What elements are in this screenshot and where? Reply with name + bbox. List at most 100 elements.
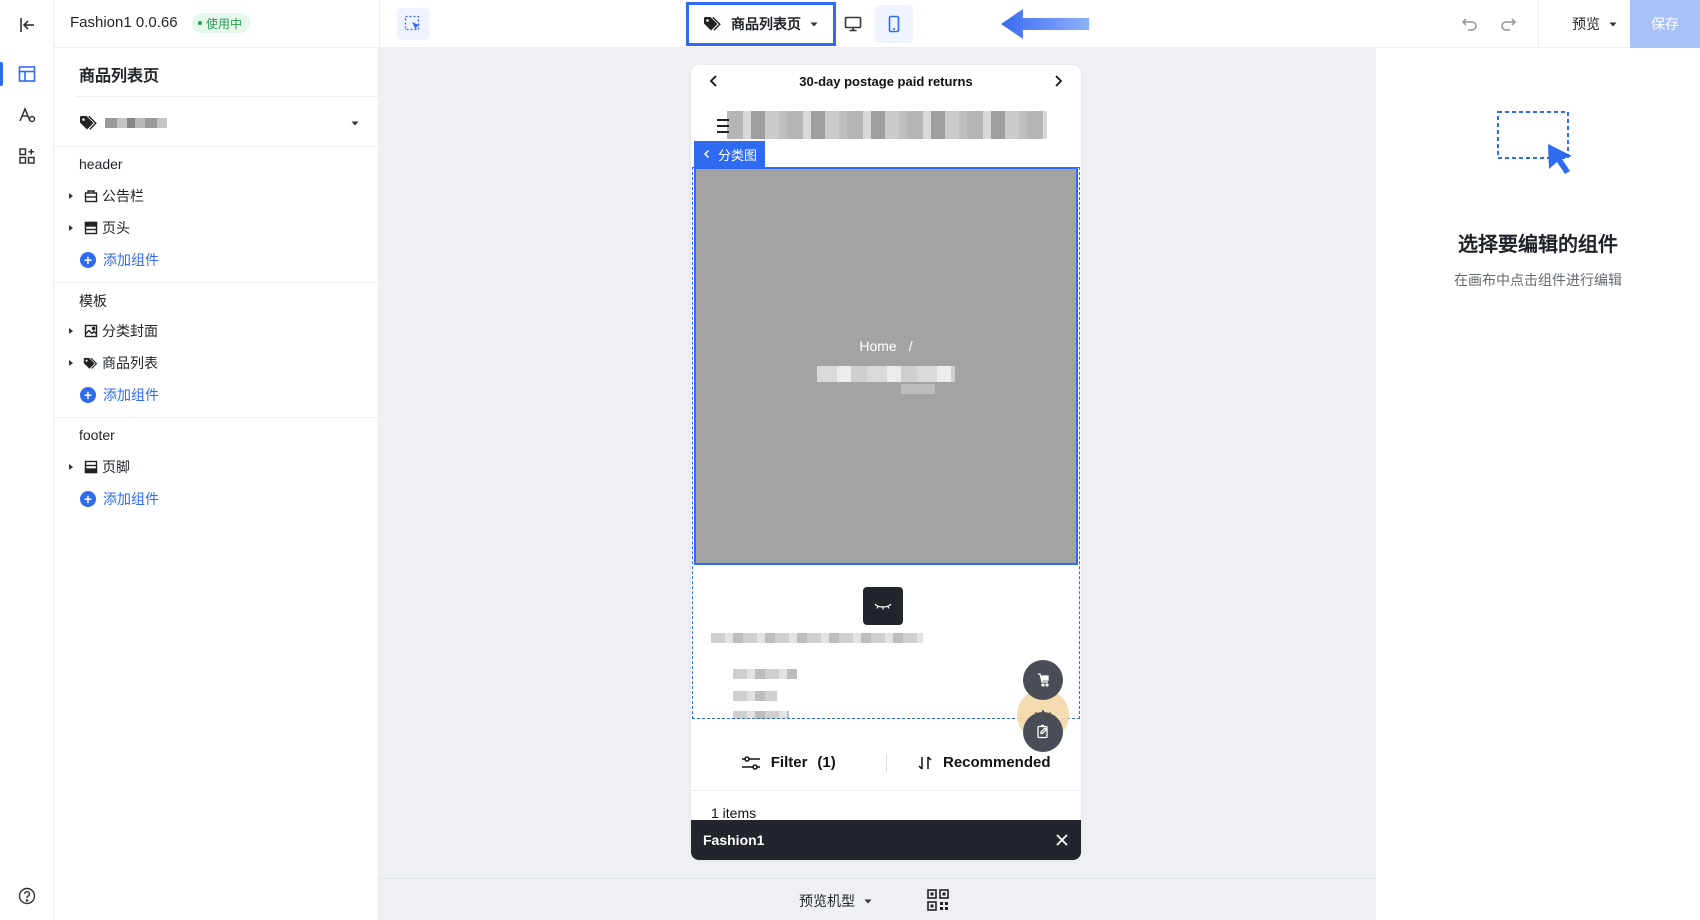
announcement-icon	[80, 183, 102, 209]
tree-item-category-cover[interactable]: 分类封面	[62, 318, 362, 344]
toast-title: Fashion1	[703, 832, 765, 848]
caret-right-icon[interactable]	[62, 183, 80, 209]
undo-icon	[1461, 18, 1477, 31]
redacted-text-block	[711, 633, 923, 643]
redacted-text-block	[733, 691, 777, 701]
redacted-text-block	[901, 384, 935, 394]
top-bar: Fashion1 0.0.66 使用中 商品列表页 预览 保存	[54, 0, 1700, 48]
caret-right-icon[interactable]	[62, 318, 80, 344]
category-description[interactable]	[691, 565, 1081, 719]
select-component-illustration-icon	[1497, 111, 1572, 174]
empty-state-description: 在画布中点击组件进行编辑	[1454, 272, 1622, 288]
exit-icon	[20, 18, 34, 32]
close-icon[interactable]	[1055, 833, 1069, 847]
tree-item-label: 页脚	[102, 459, 130, 475]
cart-icon	[1038, 673, 1049, 687]
redacted-text-block	[817, 366, 955, 382]
help-button[interactable]	[8, 877, 46, 915]
section-label-header: header	[79, 156, 123, 172]
mobile-view-button[interactable]	[875, 5, 913, 43]
caret-right-icon[interactable]	[62, 215, 80, 241]
tree-item-label: 商品列表	[102, 355, 158, 371]
caret-right-icon[interactable]	[62, 454, 80, 480]
selected-component-label: 分类图	[718, 147, 758, 163]
hidden-eye-icon[interactable]	[863, 587, 903, 625]
tree-item-label: 分类封面	[102, 323, 158, 339]
panel-divider	[75, 96, 379, 97]
edit-note-icon	[1037, 724, 1048, 739]
redacted-text-block	[733, 669, 797, 679]
add-component-button-header[interactable]: + 添加组件	[80, 248, 159, 272]
sort-label: Recommended	[942, 754, 1051, 771]
status-dot	[198, 21, 202, 25]
rail-theme-button[interactable]	[8, 96, 46, 134]
tree-item-announcement-bar[interactable]: 公告栏	[62, 183, 362, 209]
redacted-category-title	[817, 366, 955, 394]
sort-icon	[918, 755, 932, 770]
tree-item-label: 公告栏	[102, 188, 144, 204]
page-selector-dropdown[interactable]: 商品列表页	[686, 2, 836, 46]
filter-label: Filter	[770, 754, 808, 771]
select-element-tool[interactable]	[397, 8, 429, 40]
section-label-template: 模板	[79, 293, 107, 309]
desktop-view-button[interactable]	[834, 5, 872, 43]
footer-block-icon	[80, 454, 102, 480]
apps-add-icon	[19, 148, 35, 164]
mobile-preview-frame: 30-day postage paid returns 分类图 Home / F…	[691, 65, 1081, 860]
device-model-dropdown[interactable]: 预览机型	[799, 891, 873, 911]
app-name: Fashion1 0.0.66	[70, 14, 178, 31]
filter-button[interactable]: Filter (1)	[691, 754, 886, 771]
annotation-arrow-icon	[1001, 9, 1089, 39]
plus-circle-icon: +	[80, 252, 96, 268]
plus-circle-icon: +	[80, 387, 96, 403]
tree-item-page-footer[interactable]: 页脚	[62, 454, 362, 480]
image-cover-icon	[80, 318, 102, 344]
chevron-right-icon[interactable]	[1051, 74, 1065, 88]
selected-component-tag[interactable]: 分类图	[694, 141, 766, 167]
sort-button[interactable]: Recommended	[887, 754, 1082, 771]
top-divider	[379, 0, 380, 48]
add-component-button-footer[interactable]: + 添加组件	[80, 487, 159, 511]
chevron-down-icon	[351, 121, 359, 126]
qr-code-icon[interactable]	[927, 889, 949, 911]
filter-sort-bar: Filter (1) Recommended	[691, 735, 1081, 791]
save-button[interactable]: 保存	[1630, 0, 1700, 48]
breadcrumb-home[interactable]: Home	[859, 338, 896, 354]
caret-right-icon[interactable]	[62, 350, 80, 376]
chevron-down-icon	[864, 899, 872, 904]
rail-apps-button[interactable]	[8, 137, 46, 175]
panel-title: 商品列表页	[79, 68, 160, 85]
undo-button[interactable]	[1458, 12, 1482, 36]
header-block-icon	[80, 215, 102, 241]
floating-edit-button[interactable]	[1023, 712, 1063, 752]
redacted-template-name	[105, 118, 167, 128]
status-text: 使用中	[206, 16, 243, 31]
price-tag-icon	[80, 115, 97, 130]
announcement-text: 30-day postage paid returns	[799, 73, 973, 89]
menu-icon[interactable]	[717, 119, 729, 133]
component-tree-panel: 商品列表页 header 公告栏 页头 + 添加组件 模板 分类封面 商品列表 …	[54, 48, 379, 920]
icon-rail	[0, 0, 54, 920]
redo-button[interactable]	[1496, 12, 1520, 36]
category-banner[interactable]: Home /	[694, 167, 1078, 565]
preview-store-toast: Fashion1	[691, 820, 1081, 860]
add-component-label: 添加组件	[103, 491, 159, 507]
rail-layout-button[interactable]	[8, 55, 46, 93]
announcement-bar[interactable]: 30-day postage paid returns	[691, 65, 1081, 97]
filter-count: (1)	[817, 754, 836, 771]
tree-item-page-header[interactable]: 页头	[62, 215, 362, 241]
exit-editor-button[interactable]	[8, 6, 46, 44]
rail-active-indicator	[0, 62, 3, 86]
panel-divider	[54, 417, 379, 418]
floating-cart-button[interactable]	[1023, 660, 1063, 700]
font-style-icon	[19, 107, 36, 123]
section-label-footer: footer	[79, 427, 115, 443]
chevron-left-icon[interactable]	[707, 74, 721, 88]
page-selector-label: 商品列表页	[731, 16, 801, 32]
panel-divider	[54, 282, 379, 283]
add-component-button-template[interactable]: + 添加组件	[80, 383, 159, 407]
tree-item-product-list[interactable]: 商品列表	[62, 350, 362, 376]
preview-dropdown-button[interactable]: 预览	[1558, 0, 1632, 48]
page-template-dropdown[interactable]	[75, 106, 365, 140]
desktop-icon	[844, 16, 862, 32]
